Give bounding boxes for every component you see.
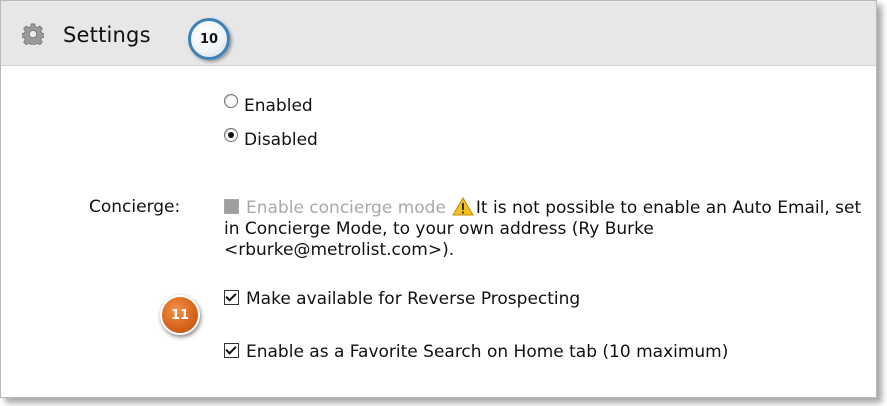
radio-disabled[interactable]: Disabled: [224, 128, 318, 150]
concierge-checkbox[interactable]: [224, 199, 239, 214]
concierge-setting: Enable concierge mode It is not possible…: [224, 197, 864, 261]
settings-header: Settings 10: [1, 1, 876, 66]
settings-panel: Settings 10 Enabled Disabled Concierge: …: [0, 0, 877, 398]
warning-icon: [452, 197, 474, 216]
reverse-prospecting-option[interactable]: Make available for Reverse Prospecting: [224, 289, 580, 309]
concierge-label: Concierge:: [89, 197, 181, 217]
settings-content: Enabled Disabled Concierge: Enable conci…: [1, 66, 876, 397]
gear-icon: [22, 23, 44, 45]
concierge-checkbox-label: Enable concierge mode: [246, 198, 446, 218]
radio-enabled[interactable]: Enabled: [224, 94, 313, 116]
favorite-search-option[interactable]: Enable as a Favorite Search on Home tab …: [224, 342, 728, 362]
radio-enabled-label: Enabled: [244, 96, 313, 116]
radio-enabled-control[interactable]: [224, 94, 238, 108]
callout-badge-11: 11: [160, 295, 200, 335]
reverse-prospecting-checkbox[interactable]: [224, 290, 239, 305]
radio-disabled-label: Disabled: [244, 130, 318, 150]
favorite-search-label: Enable as a Favorite Search on Home tab …: [246, 342, 729, 362]
radio-disabled-control[interactable]: [224, 128, 238, 142]
reverse-prospecting-label: Make available for Reverse Prospecting: [246, 289, 581, 309]
page-title: Settings: [63, 23, 151, 47]
favorite-search-checkbox[interactable]: [224, 343, 239, 358]
callout-badge-10: 10: [188, 18, 230, 60]
